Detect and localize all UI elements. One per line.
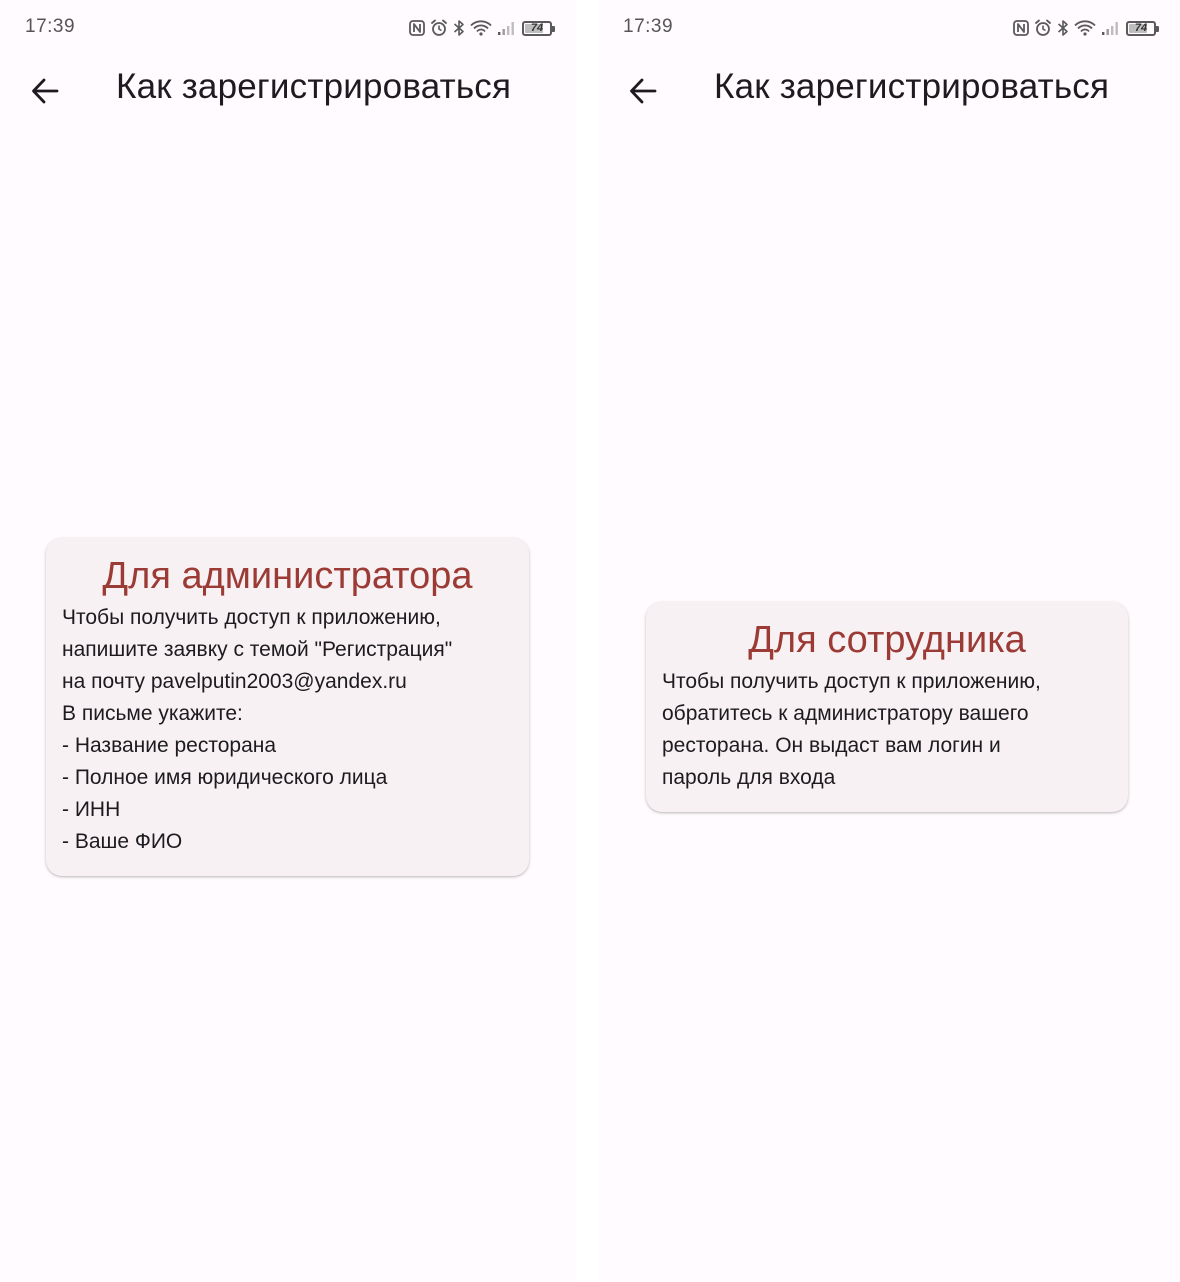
card-list-item: - Ваше ФИО bbox=[62, 830, 183, 853]
battery-level: 74 bbox=[530, 21, 544, 34]
card-body: Чтобы получить доступ к приложению, напи… bbox=[62, 602, 513, 858]
wifi-icon bbox=[470, 20, 492, 36]
status-time: 17:39 bbox=[25, 16, 76, 37]
card-title: Для сотрудника bbox=[748, 619, 1026, 661]
card-text-line: ресторана. Он выдаст вам логин и bbox=[662, 734, 1001, 757]
signal-icon bbox=[1101, 20, 1121, 36]
card-text-line: Чтобы получить доступ к приложению, bbox=[662, 670, 1041, 693]
battery-level: 74 bbox=[1134, 21, 1148, 34]
nfc-icon bbox=[1013, 20, 1029, 36]
signal-icon bbox=[497, 20, 517, 36]
bluetooth-icon bbox=[453, 19, 465, 37]
card-list-item: - Название ресторана bbox=[62, 734, 277, 757]
card-text-line: Чтобы получить доступ к приложению, bbox=[62, 606, 441, 629]
nfc-icon bbox=[409, 20, 425, 36]
admin-info-card: Для администратора Чтобы получить доступ… bbox=[46, 538, 529, 876]
arrow-back-icon bbox=[630, 78, 657, 104]
app-bar: Как зарегистрироваться bbox=[598, 56, 1180, 124]
card-text-line: пароль для входа bbox=[662, 766, 836, 789]
employee-info-card: Для сотрудника Чтобы получить доступ к п… bbox=[646, 602, 1128, 812]
card-text-line: В письме укажите: bbox=[62, 702, 243, 725]
alarm-icon bbox=[1034, 19, 1052, 37]
status-time: 17:39 bbox=[623, 16, 674, 37]
app-bar: Как зарегистрироваться bbox=[0, 56, 576, 124]
screen-employee: 17:39 74 Как зарегистрироваться Для сотр… bbox=[598, 0, 1180, 1282]
wifi-icon bbox=[1074, 20, 1096, 36]
card-body: Чтобы получить доступ к приложению, обра… bbox=[662, 666, 1112, 794]
page-title: Как зарегистрироваться bbox=[116, 67, 512, 106]
card-list-item: - Полное имя юридического лица bbox=[62, 766, 388, 789]
bluetooth-icon bbox=[1057, 19, 1069, 37]
screen-admin: 17:39 74 Как зарегистрироваться Для адми… bbox=[0, 0, 576, 1282]
card-email-line: на почту pavelputin2003@yandex.ru bbox=[62, 670, 407, 693]
battery-icon: 74 bbox=[1126, 20, 1159, 36]
alarm-icon bbox=[430, 19, 448, 37]
status-icons: 74 bbox=[1013, 16, 1159, 40]
page-title: Как зарегистрироваться bbox=[714, 67, 1110, 106]
card-text-line: обратитесь к администратору вашего bbox=[662, 702, 1029, 725]
status-icons: 74 bbox=[409, 16, 555, 40]
back-button[interactable] bbox=[22, 68, 68, 114]
card-text-line: напишите заявку с темой "Регистрация" bbox=[62, 638, 453, 661]
status-bar: 17:39 74 bbox=[0, 0, 576, 56]
battery-icon: 74 bbox=[522, 20, 555, 36]
back-button[interactable] bbox=[620, 68, 666, 114]
card-title: Для администратора bbox=[102, 555, 473, 597]
arrow-back-icon bbox=[32, 78, 59, 104]
card-list-item: - ИНН bbox=[62, 798, 121, 821]
status-bar: 17:39 74 bbox=[598, 0, 1180, 56]
